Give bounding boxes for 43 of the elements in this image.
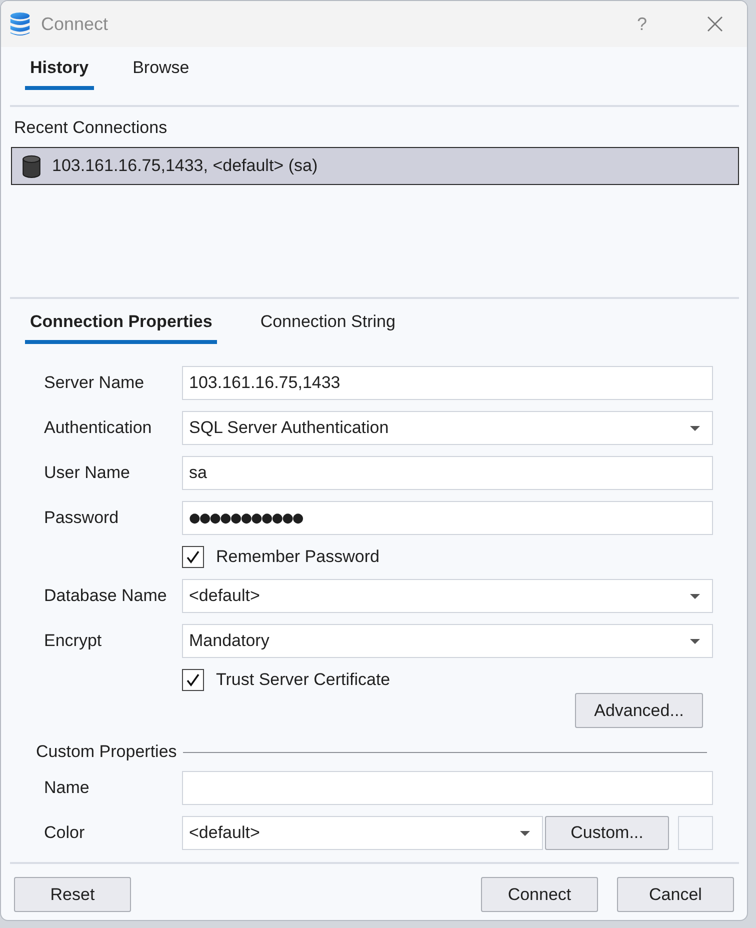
field-label: Authentication [44,418,153,438]
field-label: Name [44,778,90,798]
connection-item[interactable]: 103.161.16.75,1433, <default> (sa) [11,147,739,185]
section-heading: Recent Connections [14,118,168,138]
input-field[interactable]: sa [182,456,713,490]
field-label: Color [44,823,86,843]
tab[interactable]: Connection Properties [25,304,218,344]
dropdown-field[interactable]: Mandatory [182,624,713,658]
dropdown-field[interactable]: <default> [182,816,543,850]
tab[interactable]: Connection String [255,304,400,344]
database-icon [22,154,41,178]
dialog-button[interactable]: Cancel [617,877,734,912]
tab[interactable]: History [25,50,94,90]
caret-icon [690,594,700,598]
close-icon [707,16,723,32]
caret-icon [690,638,700,644]
option-label: Trust Server Certificate [216,670,390,690]
caret-icon [520,830,530,836]
tab[interactable]: Browse [128,50,194,90]
color-swatch-icon [678,816,713,850]
checkbox[interactable] [182,669,204,691]
field-label: User Name [44,463,131,483]
dropdown-field[interactable]: <default> [182,579,713,613]
checkmark-icon [186,673,200,687]
window-title: Connect [41,14,108,34]
field-label: Password [44,508,120,528]
caret-icon [690,426,700,430]
dropdown-field[interactable]: SQL Server Authentication [182,411,713,445]
field-label: Database Name [44,586,168,606]
dialog-button[interactable]: Connect [481,877,598,912]
advanced-button[interactable]: Advanced... [575,693,703,728]
field-label: Server Name [44,373,146,393]
database-icon [9,12,31,36]
input-field[interactable] [182,771,713,805]
password-field[interactable]: ●●●●●●●●●●● [182,501,713,535]
input-field[interactable]: 103.161.16.75,1433 [182,366,713,400]
custom-color-button[interactable]: Custom... [545,816,669,850]
field-label: Encrypt [44,631,103,651]
dialog-button[interactable]: Reset [14,877,131,912]
checkmark-icon [186,550,200,564]
option-label: Remember Password [216,547,380,567]
section-heading: Custom Properties [36,742,177,762]
checkbox[interactable] [182,546,204,568]
